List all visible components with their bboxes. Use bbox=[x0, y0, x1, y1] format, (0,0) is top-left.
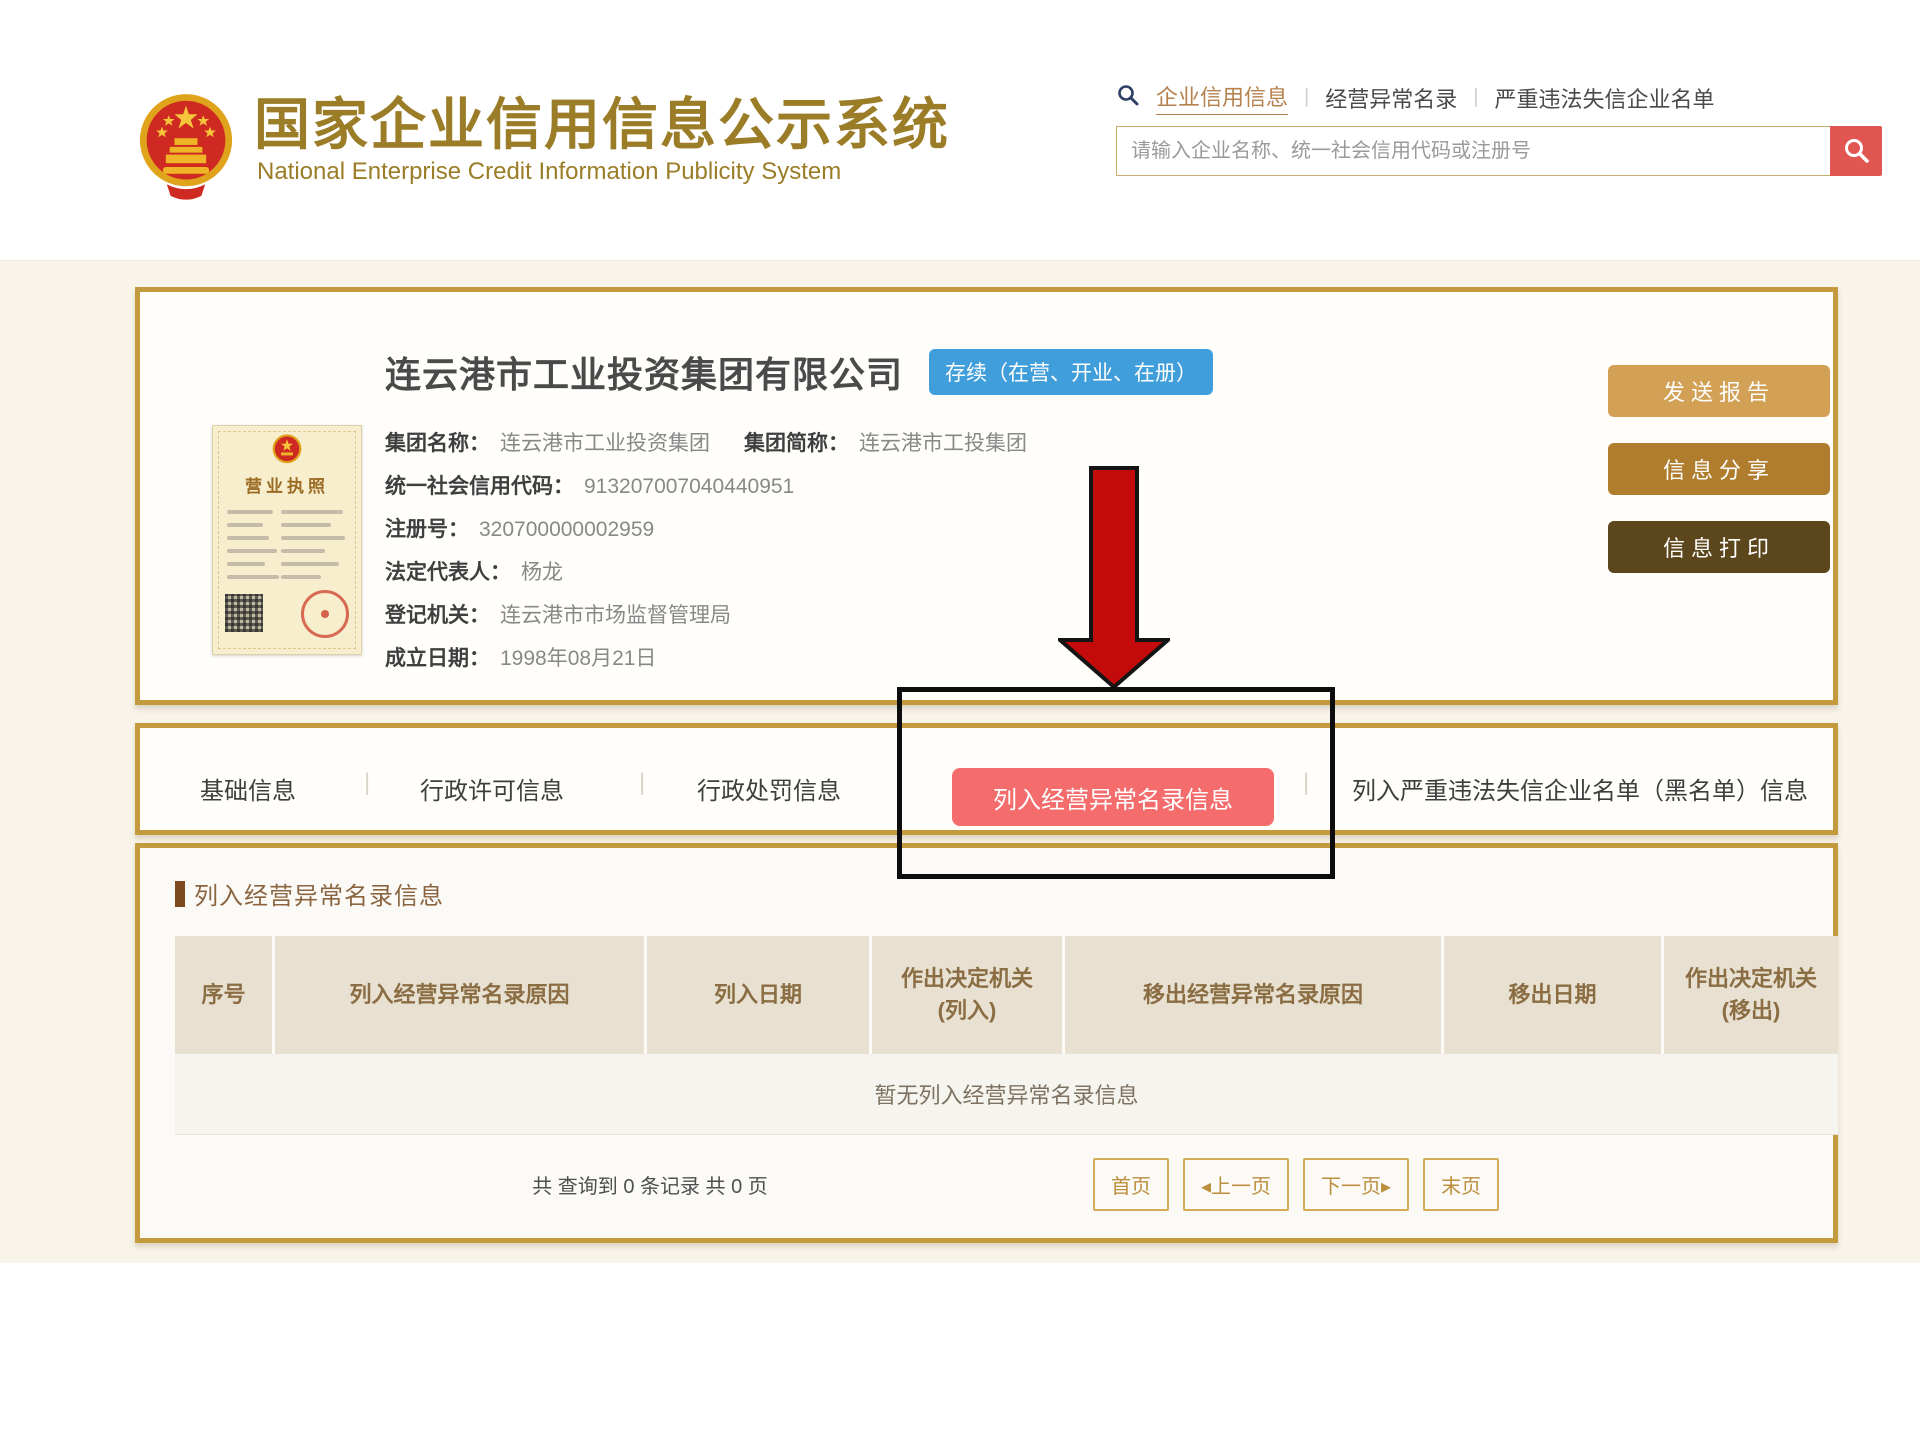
page: 国家企业信用信息公示系统 National Enterprise Credit … bbox=[0, 0, 1920, 1440]
search-button[interactable] bbox=[1830, 126, 1882, 176]
field-value: 320700000002959 bbox=[479, 518, 654, 541]
search-bar bbox=[1116, 126, 1882, 176]
section-title-bar-icon bbox=[175, 881, 185, 907]
pagination-prev-button[interactable]: ◂上一页 bbox=[1183, 1158, 1289, 1211]
field-value: 杨龙 bbox=[521, 561, 563, 584]
tab-separator: | bbox=[364, 769, 370, 797]
pagination-last-button[interactable]: 末页 bbox=[1423, 1158, 1499, 1211]
license-emblem-icon bbox=[272, 432, 302, 468]
table-header-seq: 序号 bbox=[175, 936, 275, 1054]
tab-blacklist[interactable]: 列入严重违法失信企业名单（黑名单）信息 bbox=[1352, 771, 1808, 806]
tab-basic-info[interactable]: 基础信息 bbox=[200, 771, 296, 806]
share-info-button[interactable]: 信息分享 bbox=[1608, 443, 1830, 495]
table-header-removal-reason: 移出经营异常名录原因 bbox=[1065, 936, 1444, 1054]
table-header-deciding-authority-out: 作出决定机关(移出) bbox=[1664, 936, 1838, 1054]
field-credit-code-row: 统一社会信用代码： 913207007040440951 bbox=[385, 465, 1027, 508]
company-status-badge: 存续（在营、开业、在册） bbox=[929, 349, 1213, 395]
table-header-removal-date: 移出日期 bbox=[1444, 936, 1664, 1054]
company-action-buttons: 发送报告 信息分享 信息打印 bbox=[1608, 365, 1830, 573]
nav-link-blacklist[interactable]: 严重违法失信企业名单 bbox=[1494, 82, 1714, 114]
license-title: 营业执照 bbox=[213, 472, 361, 497]
field-label: 集团简称： bbox=[744, 432, 849, 455]
section-title-row: 列入经营异常名录信息 bbox=[175, 876, 444, 911]
tab-admin-license[interactable]: 行政许可信息 bbox=[420, 771, 564, 806]
field-reg-number-row: 注册号： 320700000002959 bbox=[385, 508, 1027, 551]
field-label: 统一社会信用代码： bbox=[385, 475, 574, 498]
send-report-button[interactable]: 发送报告 bbox=[1608, 365, 1830, 417]
field-label: 成立日期： bbox=[385, 647, 490, 670]
company-name: 连云港市工业投资集团有限公司 bbox=[385, 346, 903, 398]
field-label: 法定代表人： bbox=[385, 561, 511, 584]
section-title: 列入经营异常名录信息 bbox=[194, 876, 444, 911]
search-icon bbox=[1116, 83, 1140, 113]
table-empty-message: 暂无列入经营异常名录信息 bbox=[874, 1078, 1138, 1110]
nav-separator: | bbox=[1304, 86, 1309, 109]
pagination-first-button[interactable]: 首页 bbox=[1093, 1158, 1169, 1211]
nav-link-abnormal-list[interactable]: 经营异常名录 bbox=[1325, 82, 1457, 114]
field-legal-rep-row: 法定代表人： 杨龙 bbox=[385, 551, 1027, 594]
search-input[interactable] bbox=[1116, 126, 1830, 176]
pagination-summary: 共 查询到 0 条记录 共 0 页 bbox=[440, 1170, 860, 1199]
site-subtitle: National Enterprise Credit Information P… bbox=[257, 158, 841, 186]
field-value: 连云港市工投集团 bbox=[859, 432, 1027, 455]
table-empty-row: 暂无列入经营异常名录信息 bbox=[175, 1054, 1838, 1135]
company-fields: 集团名称： 连云港市工业投资集团 集团简称： 连云港市工投集团 统一社会信用代码： 91… bbox=[385, 422, 1027, 680]
field-label: 登记机关： bbox=[385, 604, 490, 627]
search-button-icon bbox=[1842, 136, 1870, 167]
table-header-inclusion-reason: 列入经营异常名录原因 bbox=[275, 936, 647, 1054]
field-value: 连云港市市场监督管理局 bbox=[500, 604, 731, 627]
pagination-next-button[interactable]: 下一页▸ bbox=[1303, 1158, 1409, 1211]
company-header: 连云港市工业投资集团有限公司 存续（在营、开业、在册） bbox=[385, 346, 1213, 398]
tab-separator: | bbox=[639, 769, 645, 797]
field-value: 913207007040440951 bbox=[584, 475, 794, 498]
business-license-thumbnail[interactable]: 营业执照 bbox=[212, 425, 362, 655]
field-value: 1998年08月21日 bbox=[500, 647, 656, 670]
nav-separator: | bbox=[1473, 86, 1478, 109]
field-group-name-row: 集团名称： 连云港市工业投资集团 集团简称： 连云港市工投集团 bbox=[385, 422, 1027, 465]
table-header-inclusion-date: 列入日期 bbox=[647, 936, 872, 1054]
pagination-buttons: 首页 ◂上一页 下一页▸ 末页 bbox=[1093, 1158, 1499, 1211]
license-red-seal-icon bbox=[301, 590, 349, 638]
field-registry-row: 登记机关： 连云港市市场监督管理局 bbox=[385, 594, 1027, 637]
tab-admin-penalty[interactable]: 行政处罚信息 bbox=[697, 771, 841, 806]
field-label: 注册号： bbox=[385, 518, 469, 541]
print-info-button[interactable]: 信息打印 bbox=[1608, 521, 1830, 573]
field-value: 连云港市工业投资集团 bbox=[500, 432, 710, 455]
top-nav: 企业信用信息 | 经营异常名录 | 严重违法失信企业名单 bbox=[1116, 80, 1714, 115]
nav-link-enterprise-credit[interactable]: 企业信用信息 bbox=[1156, 80, 1288, 115]
table-header-deciding-authority-in: 作出决定机关(列入) bbox=[872, 936, 1065, 1054]
license-qr-code bbox=[225, 594, 263, 632]
field-label: 集团名称： bbox=[385, 432, 490, 455]
national-emblem-logo-icon bbox=[138, 86, 234, 202]
table-header-row: 序号 列入经营异常名录原因 列入日期 作出决定机关(列入) 移出经营异常名录原因… bbox=[175, 936, 1838, 1054]
tab-abnormal-list-active[interactable]: 列入经营异常名录信息 bbox=[952, 768, 1274, 826]
field-founded-date-row: 成立日期： 1998年08月21日 bbox=[385, 637, 1027, 680]
site-title: 国家企业信用信息公示系统 bbox=[254, 80, 950, 161]
tab-separator: | bbox=[1303, 769, 1309, 797]
